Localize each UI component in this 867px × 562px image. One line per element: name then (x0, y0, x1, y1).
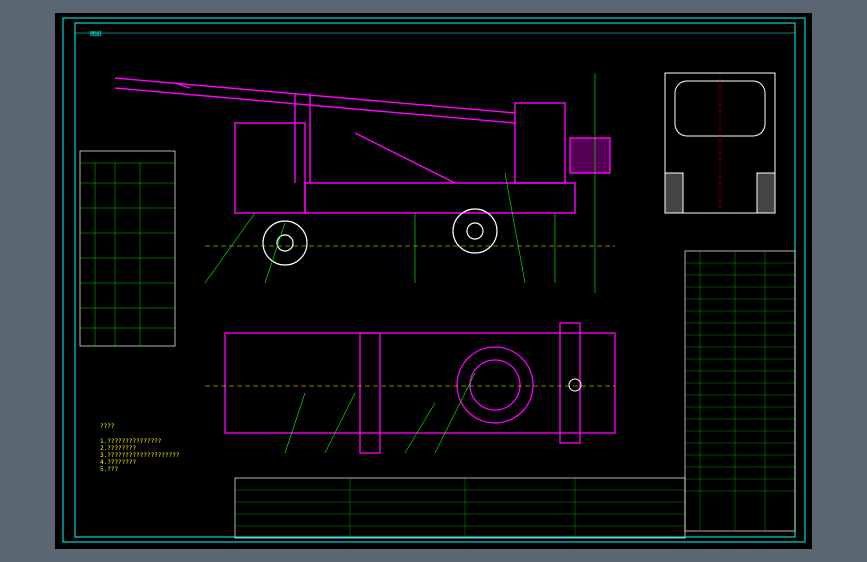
note-line: 5.??? (100, 466, 119, 473)
notes-heading: ???? (100, 423, 115, 430)
cad-viewport[interactable]: 图纸 ???? 1.??????????????? 2.???????? 3.?… (55, 13, 812, 549)
note-line: 2.???????? (100, 445, 137, 452)
note-line: 3.???????????????????? (100, 452, 180, 459)
sheet-tab[interactable]: 图纸 (90, 29, 102, 38)
technical-notes: ???? 1.??????????????? 2.???????? 3.????… (100, 423, 179, 473)
note-line: 4.???????? (100, 459, 137, 466)
note-line: 1.??????????????? (100, 438, 162, 445)
